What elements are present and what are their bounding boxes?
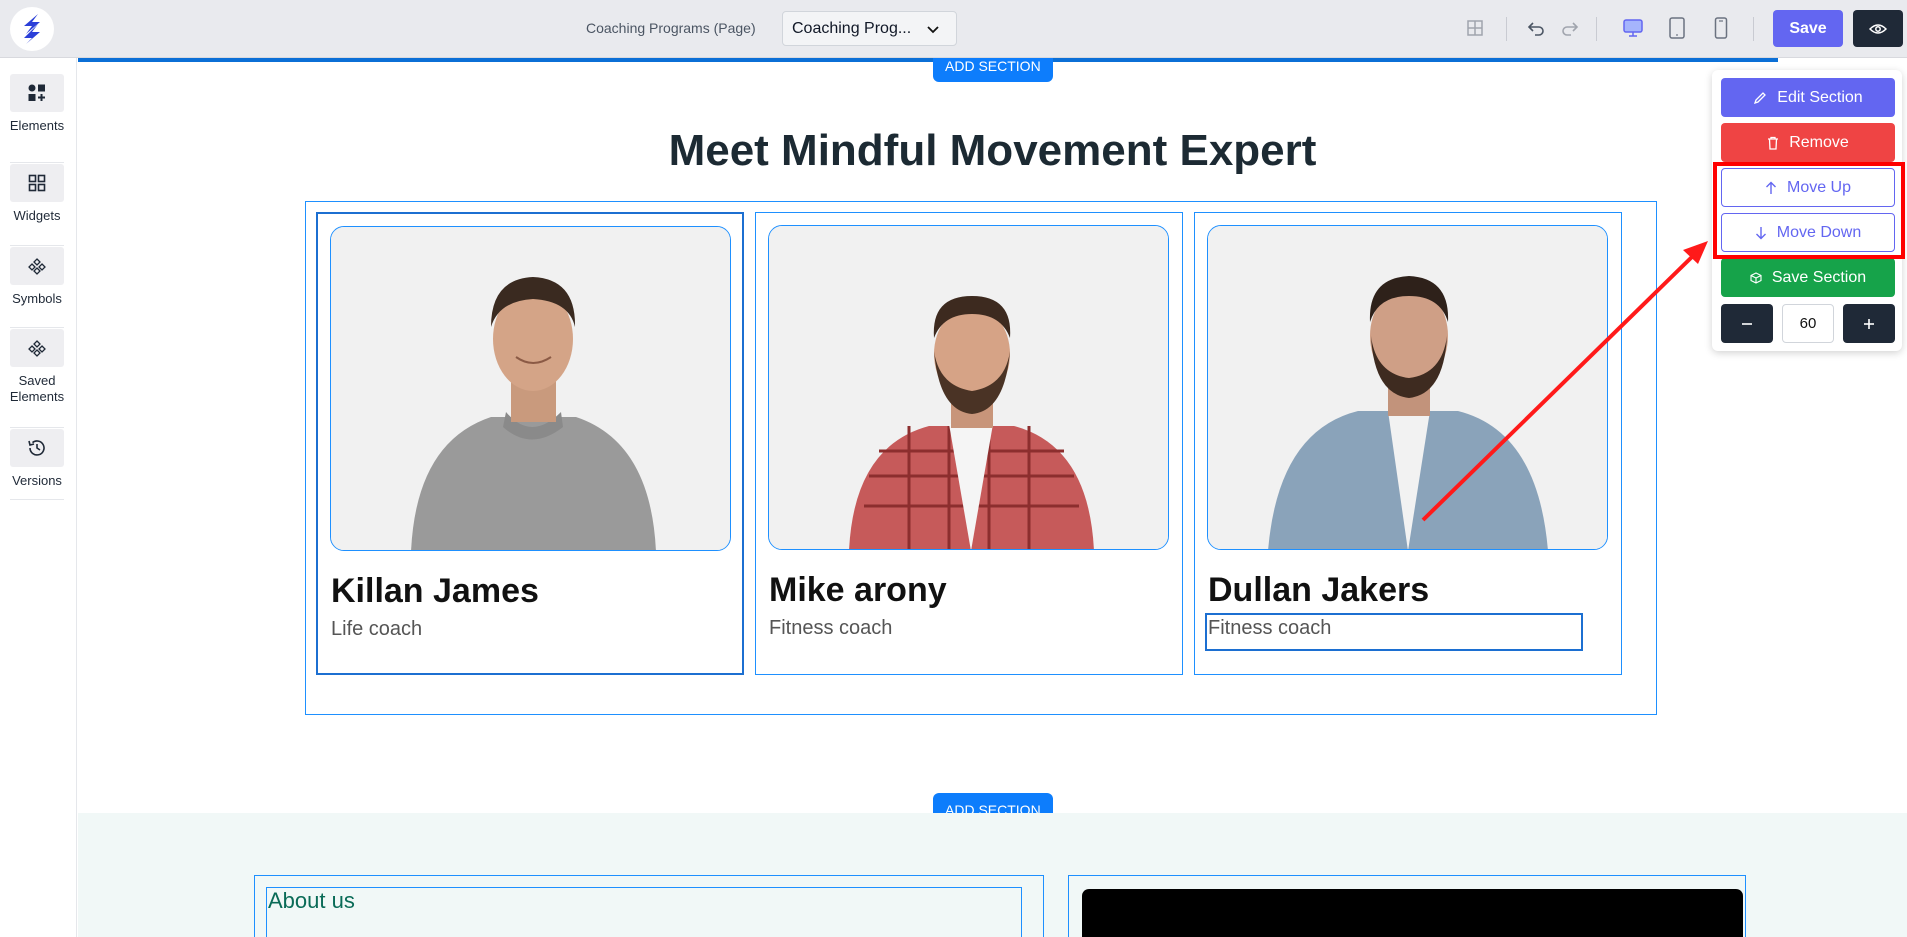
redo-icon[interactable]: [1557, 15, 1583, 41]
team-member-photo[interactable]: [768, 225, 1169, 550]
toolbar-divider: [1753, 17, 1754, 41]
team-card[interactable]: Mike arony Fitness coach: [755, 212, 1183, 675]
edit-section-label: Edit Section: [1777, 88, 1863, 106]
editor-canvas: ADD SECTION Meet Mindful Movement Expert…: [78, 58, 1907, 937]
sidebar-item-saved-elements[interactable]: Saved Elements: [0, 329, 74, 405]
edit-section-button[interactable]: Edit Section: [1721, 78, 1895, 117]
add-section-button-top[interactable]: ADD SECTION: [933, 58, 1053, 82]
page-select[interactable]: Coaching Prog...: [782, 11, 957, 46]
about-text-box[interactable]: About us: [266, 887, 1022, 937]
symbols-icon: [28, 258, 46, 275]
video-column[interactable]: [1068, 875, 1746, 937]
team-member-role[interactable]: Fitness coach: [769, 617, 892, 640]
sidebar-item-elements[interactable]: Elements: [0, 74, 74, 134]
spacing-input[interactable]: [1782, 304, 1834, 343]
section-selection-line: [78, 58, 1778, 62]
decrease-spacing-button[interactable]: [1721, 304, 1773, 343]
left-sidebar: Elements Widgets Symbols Saved Elements …: [0, 58, 77, 937]
toolbar-divider: [1596, 17, 1597, 41]
undo-icon[interactable]: [1523, 15, 1549, 41]
elements-icon: [28, 84, 45, 101]
about-title[interactable]: About us: [268, 888, 1021, 914]
person-photo: [331, 227, 730, 550]
trash-icon: [1768, 136, 1779, 150]
team-member-name[interactable]: Dullan Jakers: [1208, 571, 1429, 610]
sidebar-item-label: Versions: [12, 473, 62, 488]
team-member-photo[interactable]: [330, 226, 731, 551]
history-icon: [28, 440, 45, 456]
team-member-role[interactable]: Life coach: [331, 618, 422, 641]
sidebar-item-symbols[interactable]: Symbols: [0, 247, 74, 307]
top-toolbar: Coaching Programs (Page) Coaching Prog..…: [0, 0, 1907, 58]
increase-spacing-button[interactable]: [1843, 304, 1895, 343]
chevron-down-icon: [927, 26, 939, 34]
toolbar-divider: [1506, 17, 1507, 41]
person-photo: [1208, 226, 1607, 549]
save-button[interactable]: Save: [1773, 10, 1843, 47]
about-section: About us: [78, 813, 1907, 937]
video-embed[interactable]: [1082, 889, 1743, 937]
sidebar-item-widgets[interactable]: Widgets: [0, 164, 74, 224]
team-card[interactable]: Dullan Jakers Fitness coach: [1194, 212, 1622, 675]
person-photo: [769, 226, 1168, 549]
page-select-value: Coaching Prog...: [792, 19, 912, 37]
annotation-highlight-box: [1713, 162, 1905, 259]
eye-icon: [1869, 23, 1887, 34]
sidebar-item-label: Saved Elements: [9, 373, 65, 404]
section-heading[interactable]: Meet Mindful Movement Expert: [78, 126, 1907, 176]
sidebar-item-label: Elements: [9, 118, 65, 133]
tablet-icon[interactable]: [1664, 15, 1690, 41]
team-member-role[interactable]: Fitness coach: [1205, 613, 1583, 651]
team-card[interactable]: Killan James Life coach: [316, 212, 744, 675]
remove-section-button[interactable]: Remove: [1721, 123, 1895, 162]
remove-label: Remove: [1789, 133, 1849, 151]
widgets-icon: [28, 174, 46, 192]
app-logo[interactable]: [10, 7, 54, 51]
logo-icon: [24, 14, 40, 44]
desktop-icon[interactable]: [1620, 15, 1646, 41]
pencil-icon: [1754, 91, 1767, 104]
saved-elements-icon: [28, 340, 46, 357]
grid-icon[interactable]: [1462, 15, 1488, 41]
team-member-name[interactable]: Killan James: [331, 572, 539, 611]
team-member-name[interactable]: Mike arony: [769, 571, 947, 610]
sidebar-item-label: Widgets: [13, 208, 61, 223]
save-section-button[interactable]: Save Section: [1721, 258, 1895, 297]
team-grid[interactable]: Killan James Life coach Mike arony Fitne…: [305, 201, 1657, 715]
minus-icon: [1742, 322, 1752, 325]
about-column[interactable]: About us: [254, 875, 1044, 937]
team-member-photo[interactable]: [1207, 225, 1608, 550]
plus-icon: [1864, 318, 1874, 329]
cube-icon: [1750, 271, 1762, 284]
mobile-icon[interactable]: [1708, 15, 1734, 41]
preview-button[interactable]: [1853, 10, 1903, 47]
save-section-label: Save Section: [1771, 268, 1867, 286]
sidebar-item-label: Symbols: [12, 291, 62, 306]
page-label: Coaching Programs (Page): [586, 20, 756, 36]
sidebar-item-versions[interactable]: Versions: [0, 429, 74, 489]
